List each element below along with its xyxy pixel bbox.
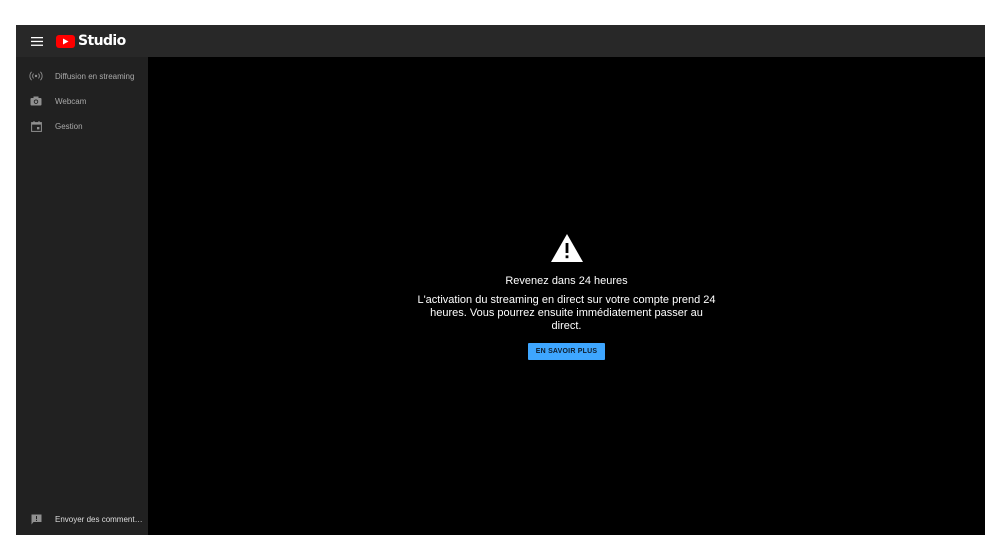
message-title: Revenez dans 24 heures [505, 275, 628, 287]
logo-text: Studio [78, 33, 126, 49]
camera-icon [29, 94, 43, 108]
calendar-icon [29, 119, 43, 133]
learn-more-button[interactable]: EN SAVOIR PLUS [527, 343, 606, 360]
youtube-play-icon [56, 34, 75, 48]
top-bar: Studio [16, 25, 985, 57]
studio-logo[interactable]: Studio [56, 33, 126, 49]
youtube-studio-window: Studio Diffusion en streaming Webcam Ges… [16, 25, 985, 535]
sidebar-item-streaming[interactable]: Diffusion en streaming [16, 65, 148, 87]
sidebar-item-label: Webcam [55, 96, 87, 106]
sidebar: Diffusion en streaming Webcam Gestion En… [16, 57, 148, 535]
message-body: L'activation du streaming en direct sur … [417, 294, 716, 332]
sidebar-item-label: Envoyer des comment… [55, 514, 143, 524]
eligibility-message: Revenez dans 24 heures L'activation du s… [148, 233, 985, 360]
sidebar-item-label: Diffusion en streaming [55, 71, 135, 81]
sidebar-item-management[interactable]: Gestion [16, 115, 148, 137]
sidebar-item-label: Gestion [55, 121, 83, 131]
main-content: Revenez dans 24 heures L'activation du s… [148, 57, 985, 535]
warning-icon [550, 234, 583, 262]
sidebar-item-webcam[interactable]: Webcam [16, 90, 148, 112]
send-feedback-item[interactable]: Envoyer des comment… [16, 508, 148, 530]
feedback-icon [29, 512, 43, 526]
live-broadcast-icon [29, 69, 43, 83]
hamburger-menu-icon[interactable] [29, 33, 45, 49]
